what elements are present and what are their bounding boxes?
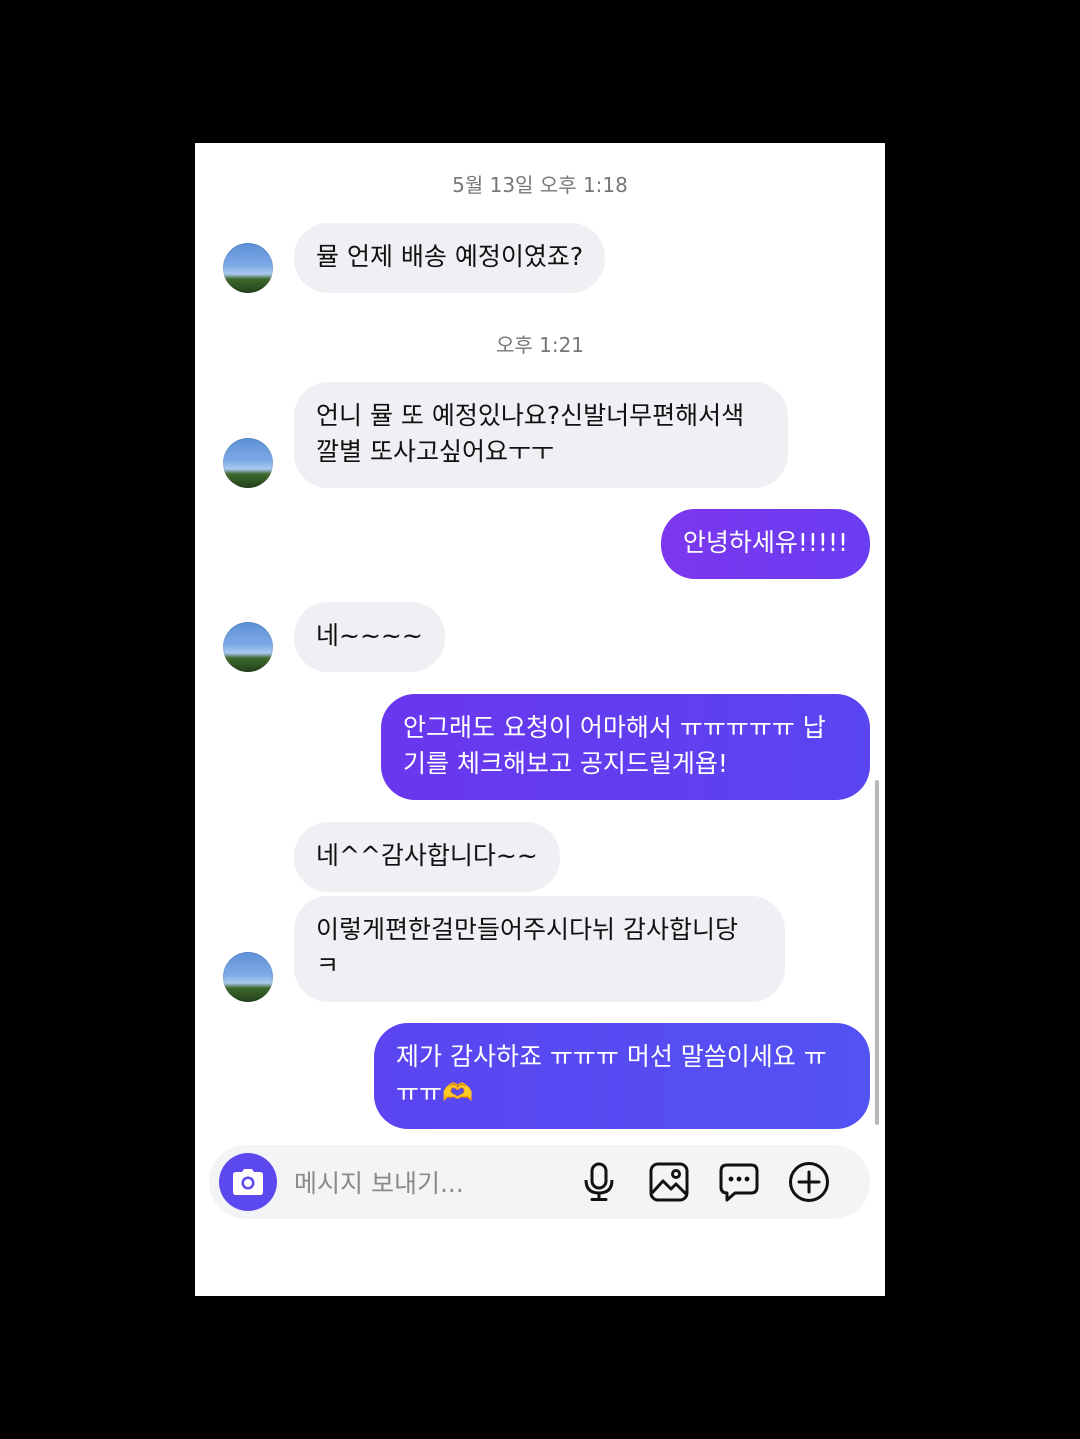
avatar[interactable]	[223, 243, 273, 293]
message-bubble-incoming[interactable]: 네~~~~	[294, 602, 445, 672]
image-icon	[649, 1162, 689, 1202]
message-bubble-outgoing[interactable]: 안그래도 요청이 어마해서 ㅠㅠㅠㅠㅠ 납 기를 체크해보고 공지드릴게욥!	[381, 694, 870, 800]
microphone-icon	[584, 1162, 614, 1201]
microphone-button[interactable]	[577, 1160, 621, 1204]
avatar[interactable]	[223, 952, 273, 1002]
message-bubble-outgoing[interactable]: 안녕하세유!!!!!	[660, 509, 870, 579]
timestamp: 5월 13일 오후 1:18	[452, 173, 628, 197]
message-bubble-incoming[interactable]: 뮬 언제 배송 예정이였죠?	[294, 223, 606, 293]
message-bubble-incoming[interactable]: 네^^감사합니다~~	[294, 822, 560, 892]
camera-button[interactable]	[219, 1153, 277, 1211]
message-bubble-incoming[interactable]: 언니 뮬 또 예정있나요?신발너무편해서색 깔별 또사고싶어요ㅜㅜ	[294, 382, 788, 488]
add-icon	[789, 1162, 829, 1202]
message-bubble-incoming[interactable]: 이렇게편한걸만들어주시다뉘 감사합니당 ㅋ	[294, 896, 785, 1002]
message-input[interactable]: 메시지 보내기...	[294, 1164, 464, 1200]
chat-screen: 5월 13일 오후 1:18 뮬 언제 배송 예정이였죠? 오후 1:21 언니…	[195, 143, 885, 1296]
timestamp: 오후 1:21	[495, 333, 585, 357]
message-bubble-outgoing[interactable]: 제가 감사하죠 ㅠㅠㅠ 머선 말씀이세요 ㅠ ㅠㅠ🫶	[374, 1023, 870, 1129]
avatar[interactable]	[223, 438, 273, 488]
chat-icon	[719, 1163, 759, 1202]
avatar[interactable]	[223, 622, 273, 672]
message-composer: 메시지 보내기...	[209, 1145, 870, 1219]
camera-icon	[233, 1169, 263, 1195]
scrollbar[interactable]	[875, 780, 879, 1125]
add-button[interactable]	[787, 1160, 831, 1204]
image-button[interactable]	[647, 1160, 691, 1204]
chat-button[interactable]	[717, 1160, 761, 1204]
